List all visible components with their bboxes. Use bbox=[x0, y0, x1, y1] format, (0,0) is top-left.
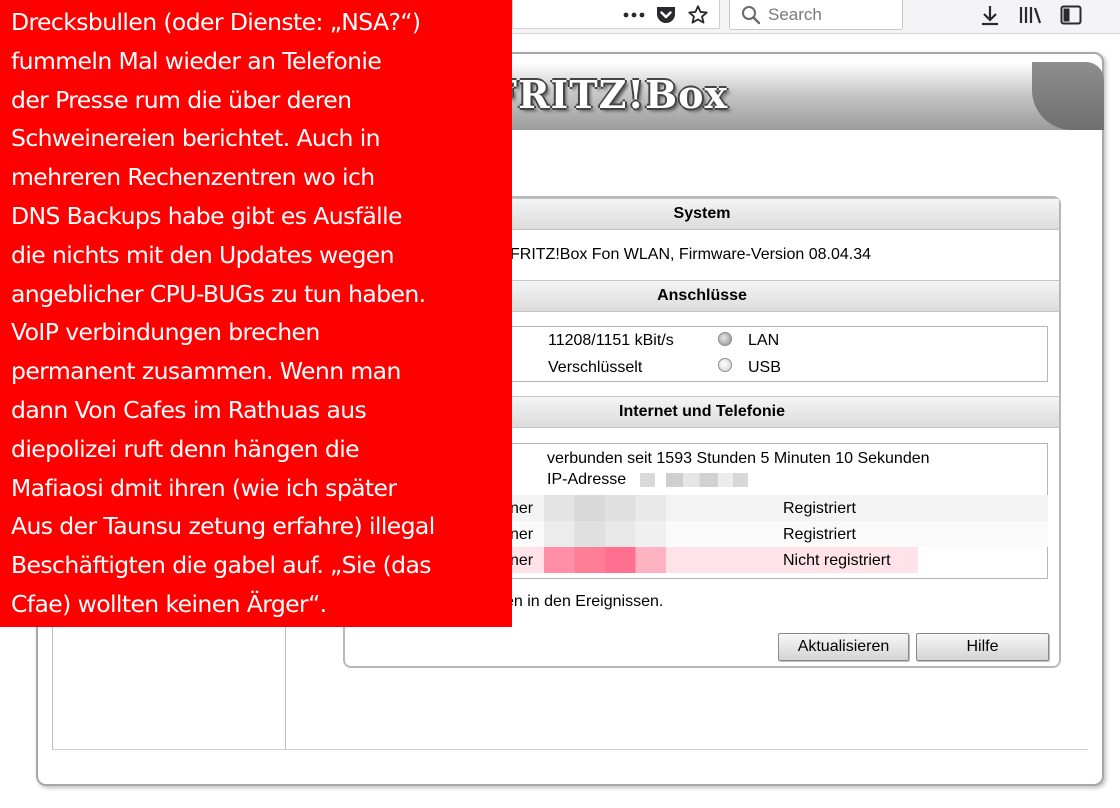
search-icon bbox=[738, 2, 764, 28]
refresh-button[interactable]: Aktualisieren bbox=[778, 633, 909, 661]
redacted-block bbox=[544, 547, 666, 573]
redacted-block bbox=[544, 495, 666, 521]
sidebar-icon[interactable] bbox=[1057, 2, 1085, 28]
ip-address-label: IP-Adresse bbox=[547, 471, 627, 488]
phone-status: Registriert bbox=[783, 526, 856, 543]
download-icon[interactable] bbox=[977, 2, 1003, 28]
phone-label: ner bbox=[510, 500, 534, 517]
library-icon[interactable] bbox=[1016, 2, 1044, 28]
lan-speed: 11208/1151 kBit/s bbox=[548, 332, 674, 349]
lan-led-icon bbox=[718, 332, 732, 346]
phone-row bbox=[480, 521, 1048, 547]
search-input[interactable] bbox=[764, 4, 894, 25]
lan-label: LAN bbox=[748, 332, 780, 349]
commentary-overlay: Drecksbullen (oder Dienste: „NSA?“) fumm… bbox=[0, 0, 512, 627]
commentary-text: Drecksbullen (oder Dienste: „NSA?“) fumm… bbox=[11, 8, 435, 618]
system-info: FRITZ!Box Fon WLAN, Firmware-Version 08.… bbox=[510, 246, 871, 263]
ip-address-redacted bbox=[640, 473, 748, 487]
phone-label: ner bbox=[510, 526, 534, 543]
usb-led-icon bbox=[718, 358, 732, 372]
phone-row-error bbox=[480, 547, 1048, 573]
redacted-block bbox=[544, 521, 666, 547]
fritzbox-logo: FRITZ!Box bbox=[490, 72, 729, 117]
help-button[interactable]: Hilfe bbox=[916, 633, 1049, 661]
pocket-icon[interactable] bbox=[652, 2, 680, 28]
search-box[interactable] bbox=[729, 0, 903, 30]
phone-label: ner bbox=[510, 552, 534, 569]
bookmark-star-icon[interactable] bbox=[684, 2, 712, 28]
events-hint: en in den Ereignissen. bbox=[505, 593, 664, 610]
phone-status-error: Nicht registriert bbox=[783, 552, 891, 569]
phone-row bbox=[480, 495, 1048, 521]
header-curve bbox=[1032, 62, 1104, 130]
usb-status: Verschlüsselt bbox=[548, 359, 643, 376]
usb-label: USB bbox=[748, 359, 781, 376]
footer-divider bbox=[52, 749, 1088, 750]
more-icon[interactable] bbox=[620, 2, 648, 28]
phone-status: Registriert bbox=[783, 500, 856, 517]
connection-duration: verbunden seit 1593 Stunden 5 Minuten 10… bbox=[547, 450, 930, 467]
